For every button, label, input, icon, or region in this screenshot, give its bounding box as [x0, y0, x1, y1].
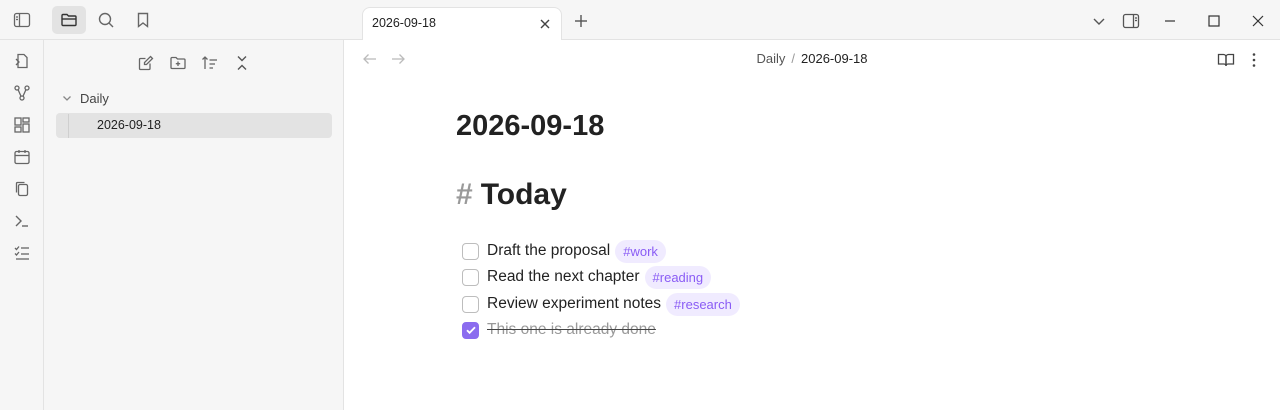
breadcrumb-folder[interactable]: Daily: [756, 51, 785, 66]
more-options-icon: [1252, 53, 1256, 67]
file-label: 2026-09-18: [97, 118, 161, 132]
sort-icon: [202, 56, 217, 69]
more-options-button[interactable]: [1244, 50, 1264, 70]
close-icon: [1252, 15, 1264, 27]
file-explorer: Daily 2026-09-18: [44, 40, 344, 410]
new-tab-button[interactable]: [570, 10, 592, 32]
task-text: Review experiment notes: [487, 295, 662, 312]
close-tab-button[interactable]: [537, 16, 553, 32]
task-item: Read the next chapter #reading: [462, 265, 712, 289]
minimize-window-button[interactable]: [1159, 10, 1181, 32]
tab-bar: 2026-09-18: [344, 0, 1280, 41]
open-canvas-button[interactable]: [11, 114, 33, 136]
task-item-done: This one is already done: [462, 318, 656, 342]
new-folder-icon: [170, 56, 186, 70]
chevron-down-icon: [63, 96, 71, 101]
sidebar-header: [0, 0, 344, 40]
open-graph-view-button[interactable]: [11, 82, 33, 104]
folder-label: Daily: [80, 90, 109, 106]
task-checkbox-checked[interactable]: [462, 321, 479, 339]
breadcrumb-current[interactable]: 2026-09-18: [801, 51, 868, 66]
collapse-icon: [237, 56, 247, 70]
close-window-button[interactable]: [1247, 10, 1269, 32]
task-text: This one is already done: [487, 321, 656, 338]
new-folder-button[interactable]: [165, 50, 191, 76]
file-item-active[interactable]: 2026-09-18: [56, 113, 332, 138]
breadcrumb-separator: /: [791, 51, 796, 66]
folder-icon: [61, 13, 77, 27]
open-daily-note-button[interactable]: [11, 146, 33, 168]
quick-switcher-icon: [15, 53, 28, 69]
task-checkbox[interactable]: [462, 268, 479, 286]
checkmark-icon: [465, 326, 476, 335]
new-note-button[interactable]: [133, 50, 159, 76]
graph-icon: [14, 85, 30, 101]
collapse-all-button[interactable]: [229, 50, 255, 76]
tab-active[interactable]: 2026-09-18: [362, 7, 562, 41]
editor-pane: Daily / 2026-09-18 2026-09-18 # Today Draf…: [344, 40, 1280, 410]
search-view-button[interactable]: [89, 6, 123, 34]
open-quick-switcher-button[interactable]: [11, 50, 33, 72]
copy-icon: [15, 181, 29, 197]
plus-icon: [575, 15, 587, 27]
checklist-icon: [14, 246, 29, 260]
heading-today: # Today: [456, 178, 567, 212]
tab-list-button[interactable]: [1088, 10, 1110, 32]
indent-guide: [68, 114, 69, 138]
bookmarks-view-button[interactable]: [126, 6, 160, 34]
bookmark-icon: [137, 12, 149, 28]
tag-reading[interactable]: #reading: [644, 265, 712, 289]
maximize-window-button[interactable]: [1203, 10, 1225, 32]
right-sidebar-icon: [1122, 13, 1140, 29]
tab-title: 2026-09-18: [372, 16, 436, 30]
maximize-icon: [1208, 15, 1220, 27]
open-command-palette-button[interactable]: [11, 210, 33, 232]
minimize-icon: [1165, 20, 1175, 22]
breadcrumb: Daily / 2026-09-18: [344, 51, 1280, 66]
sidebar-toggle-icon: [13, 12, 31, 28]
close-icon: [540, 19, 550, 29]
reading-view-button[interactable]: [1216, 50, 1236, 70]
note-title[interactable]: 2026-09-18: [456, 110, 604, 143]
task-text: Draft the proposal: [487, 242, 611, 259]
toggle-left-sidebar-button[interactable]: [5, 6, 39, 34]
tag-work[interactable]: #work: [615, 239, 666, 263]
ribbon: [0, 40, 44, 410]
folder-daily[interactable]: Daily: [60, 88, 109, 108]
dashboard-icon: [14, 117, 30, 133]
task-checkbox[interactable]: [462, 295, 479, 313]
files-view-button[interactable]: [52, 6, 86, 34]
task-text: Read the next chapter: [487, 268, 640, 285]
task-checkbox[interactable]: [462, 242, 479, 260]
terminal-icon: [15, 215, 28, 227]
reading-view-icon: [1217, 53, 1235, 67]
open-tasks-button[interactable]: [11, 242, 33, 264]
task-item: Draft the proposal #work: [462, 239, 666, 263]
toggle-right-sidebar-button[interactable]: [1120, 10, 1142, 32]
calendar-icon: [14, 150, 30, 165]
task-item: Review experiment notes #research: [462, 292, 740, 316]
search-icon: [98, 12, 114, 28]
chevron-down-icon: [1093, 18, 1105, 25]
heading-text: Today: [480, 178, 567, 211]
new-note-icon: [138, 55, 154, 71]
insert-template-button[interactable]: [11, 178, 33, 200]
heading-marker: #: [456, 178, 473, 211]
tag-research[interactable]: #research: [666, 292, 740, 316]
change-sort-order-button[interactable]: [197, 50, 223, 76]
